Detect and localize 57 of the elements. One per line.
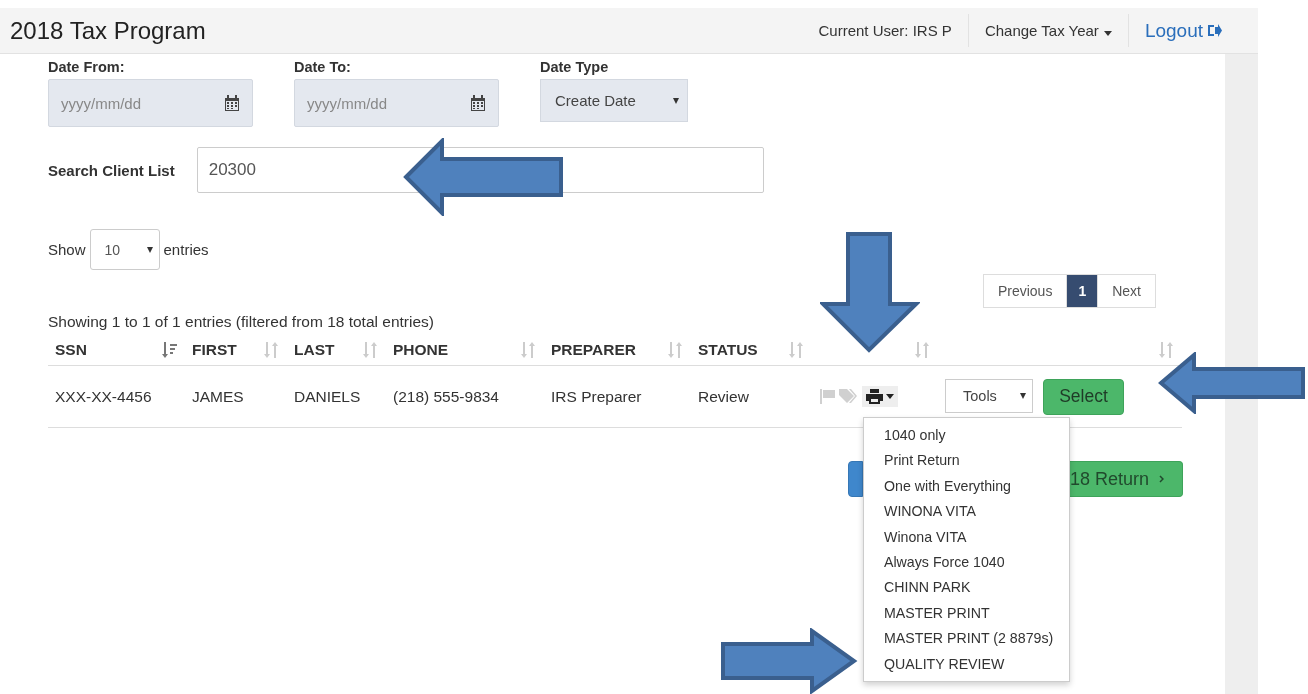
- logout-icon: [1208, 24, 1222, 37]
- select-button[interactable]: Select: [1043, 378, 1124, 415]
- tools-select[interactable]: Tools: [945, 378, 1033, 413]
- previous-button[interactable]: Previous: [983, 275, 1067, 307]
- field-label: Date From:: [48, 59, 126, 75]
- app-title: 2018 Tax Program: [10, 16, 207, 45]
- action-button[interactable]: [848, 461, 863, 497]
- menu-item[interactable]: Winona VITA: [864, 524, 1069, 550]
- current-user: Current User: IRS P: [818, 22, 952, 39]
- entries-select[interactable]: 10: [89, 229, 160, 270]
- table-cell: JAMES: [192, 387, 244, 406]
- column-header[interactable]: FIRST: [192, 341, 237, 359]
- show-label: Show: [48, 241, 86, 258]
- menu-item[interactable]: MASTER PRINT (2 8879s): [864, 626, 1069, 652]
- field-label: Date Type: [540, 59, 610, 75]
- column-header[interactable]: PREPARER: [551, 341, 636, 359]
- sort-icon[interactable]: [668, 342, 683, 358]
- menu-item[interactable]: Print Return: [864, 448, 1069, 474]
- printer-icon: [866, 389, 883, 404]
- menu-item[interactable]: 1040 only: [864, 423, 1069, 449]
- column-header[interactable]: PHONE: [393, 341, 449, 359]
- sort-icon[interactable]: [789, 342, 804, 358]
- column-header[interactable]: LAST: [294, 341, 335, 359]
- tax-year-menu[interactable]: Change Tax Year: [984, 22, 1112, 39]
- menu-item[interactable]: CHINN PARK: [864, 575, 1069, 601]
- table-cell: DANIELS: [294, 387, 361, 406]
- return-button[interactable]: 18 Return: [1070, 461, 1183, 497]
- entries-label: entries: [163, 241, 209, 258]
- sort-icon[interactable]: [264, 342, 279, 358]
- sort-icon[interactable]: [363, 342, 378, 358]
- sort-icon[interactable]: [1159, 342, 1174, 358]
- flag-icon[interactable]: [820, 389, 836, 404]
- logout-link[interactable]: Logout: [1144, 19, 1222, 42]
- column-header[interactable]: SSN: [55, 341, 87, 359]
- table-cell: IRS Preparer: [551, 387, 642, 406]
- date-type-select[interactable]: Create Date: [540, 79, 688, 122]
- sort-icon[interactable]: [915, 342, 930, 358]
- calendar-icon[interactable]: [470, 95, 486, 111]
- menu-item[interactable]: One with Everything: [864, 473, 1069, 500]
- table-cell: (218) 555-9834: [393, 387, 499, 406]
- menu-item[interactable]: WINONA VITA: [864, 499, 1069, 525]
- menu-item[interactable]: Always Force 1040: [864, 549, 1069, 576]
- calendar-icon[interactable]: [224, 95, 240, 111]
- table-cell: XXX-XX-4456: [55, 387, 152, 406]
- sort-descending-icon[interactable]: [162, 342, 177, 358]
- column-header[interactable]: STATUS: [698, 341, 758, 359]
- next-button[interactable]: Next: [1097, 275, 1155, 307]
- search-label: Search Client List: [48, 161, 175, 179]
- entries-info: Showing 1 to 1 of 1 entries (filtered from 18 total entries): [48, 313, 435, 331]
- field-label: Date To:: [294, 59, 352, 75]
- print-button[interactable]: [862, 386, 898, 407]
- menu-item[interactable]: MASTER PRINT: [864, 600, 1069, 627]
- tag-icon[interactable]: [839, 389, 857, 404]
- menu-item[interactable]: QUALITY REVIEW: [864, 651, 1069, 677]
- table-cell: Review: [698, 387, 749, 406]
- sort-icon[interactable]: [521, 342, 536, 358]
- page-button[interactable]: 1: [1066, 275, 1098, 307]
